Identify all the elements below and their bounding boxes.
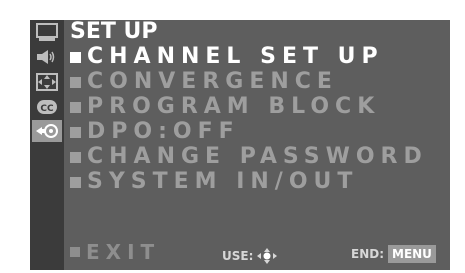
bullet-icon [70,126,81,138]
menu-title: SET UP [70,19,158,44]
bullet-icon [70,247,80,257]
menu-item-change-password[interactable]: CHANGE PASSWORD [70,146,428,168]
pip-icon[interactable] [33,71,61,93]
end-hint: END: MENU [351,245,436,263]
bullet-icon [70,176,81,188]
menu-item-dpo[interactable]: DPO:OFF [70,121,240,143]
menu-item-program-block[interactable]: PROGRAM BLOCK [70,96,380,118]
end-label: END: [351,247,384,261]
menu-item-label: DPO:OFF [87,119,240,144]
menu-item-label: PROGRAM BLOCK [87,94,381,119]
menu-key-badge: MENU [388,245,436,263]
menu-item-label: CONVERGENCE [87,69,338,94]
cc-icon[interactable]: CC [33,96,61,118]
bullet-icon [70,51,81,63]
bullet-icon [70,151,81,163]
use-hint: USE: [222,247,278,265]
dpad-icon [256,247,278,265]
speaker-icon[interactable] [33,46,61,68]
exit-label: EXIT [86,240,161,264]
menu-item-label: CHANNEL SET UP [87,44,384,69]
menu-item-channel-setup[interactable]: CHANNEL SET UP [70,46,384,68]
sidebar: CC [30,20,64,270]
screen-icon[interactable] [33,21,61,43]
osd-menu-frame: CC SET UP CHANNEL SET UP CONVERGENCE PRO… [30,20,450,270]
menu-item-label: SYSTEM IN/OUT [87,169,359,194]
setup-icon[interactable] [32,120,62,142]
svg-text:CC: CC [40,104,54,114]
bullet-icon [70,101,81,113]
menu-panel: SET UP CHANNEL SET UP CONVERGENCE PROGRA… [64,20,450,270]
tv-screen: CC SET UP CHANNEL SET UP CONVERGENCE PRO… [0,0,465,273]
menu-item-convergence[interactable]: CONVERGENCE [70,71,338,93]
bullet-icon [70,76,81,88]
exit-item[interactable]: EXIT [70,240,161,264]
use-label: USE: [222,249,254,263]
menu-item-system-in-out[interactable]: SYSTEM IN/OUT [70,171,358,193]
menu-item-label: CHANGE PASSWORD [87,144,428,169]
